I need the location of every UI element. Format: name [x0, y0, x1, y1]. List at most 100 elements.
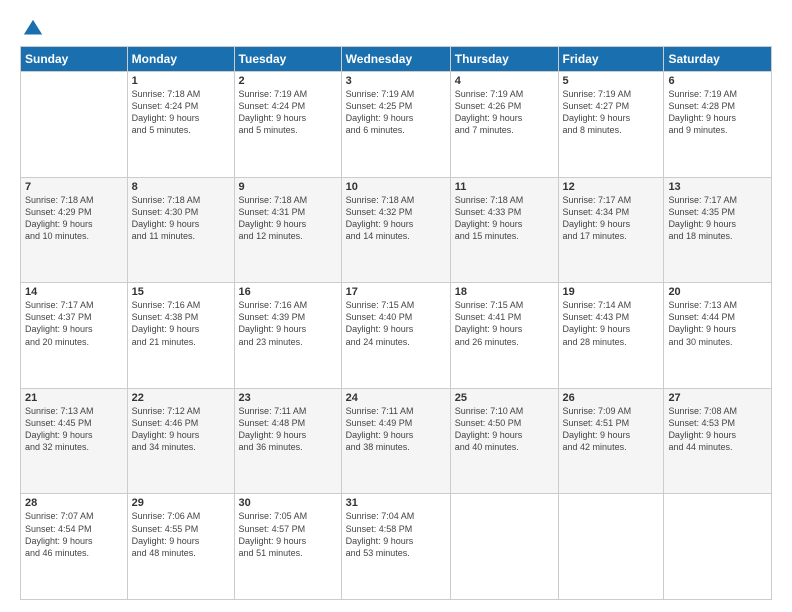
- calendar-cell: 10Sunrise: 7:18 AM Sunset: 4:32 PM Dayli…: [341, 177, 450, 283]
- day-number: 1: [132, 75, 230, 87]
- day-info: Sunrise: 7:13 AM Sunset: 4:44 PM Dayligh…: [668, 299, 767, 348]
- day-info: Sunrise: 7:18 AM Sunset: 4:29 PM Dayligh…: [25, 194, 123, 243]
- calendar-cell: 8Sunrise: 7:18 AM Sunset: 4:30 PM Daylig…: [127, 177, 234, 283]
- day-info: Sunrise: 7:13 AM Sunset: 4:45 PM Dayligh…: [25, 405, 123, 454]
- day-info: Sunrise: 7:18 AM Sunset: 4:32 PM Dayligh…: [346, 194, 446, 243]
- day-number: 28: [25, 497, 123, 509]
- calendar-cell: 31Sunrise: 7:04 AM Sunset: 4:58 PM Dayli…: [341, 494, 450, 600]
- day-number: 12: [563, 181, 660, 193]
- logo-icon: [22, 18, 44, 40]
- weekday-header-thursday: Thursday: [450, 47, 558, 72]
- day-info: Sunrise: 7:11 AM Sunset: 4:49 PM Dayligh…: [346, 405, 446, 454]
- day-number: 22: [132, 392, 230, 404]
- day-number: 13: [668, 181, 767, 193]
- day-number: 30: [239, 497, 337, 509]
- day-number: 19: [563, 286, 660, 298]
- day-number: 21: [25, 392, 123, 404]
- weekday-header-sunday: Sunday: [21, 47, 128, 72]
- day-number: 27: [668, 392, 767, 404]
- day-info: Sunrise: 7:15 AM Sunset: 4:41 PM Dayligh…: [455, 299, 554, 348]
- day-number: 31: [346, 497, 446, 509]
- day-info: Sunrise: 7:19 AM Sunset: 4:24 PM Dayligh…: [239, 88, 337, 137]
- calendar-table: SundayMondayTuesdayWednesdayThursdayFrid…: [20, 46, 772, 600]
- day-info: Sunrise: 7:05 AM Sunset: 4:57 PM Dayligh…: [239, 510, 337, 559]
- day-info: Sunrise: 7:16 AM Sunset: 4:38 PM Dayligh…: [132, 299, 230, 348]
- day-info: Sunrise: 7:07 AM Sunset: 4:54 PM Dayligh…: [25, 510, 123, 559]
- day-info: Sunrise: 7:14 AM Sunset: 4:43 PM Dayligh…: [563, 299, 660, 348]
- calendar-cell: 11Sunrise: 7:18 AM Sunset: 4:33 PM Dayli…: [450, 177, 558, 283]
- day-info: Sunrise: 7:17 AM Sunset: 4:35 PM Dayligh…: [668, 194, 767, 243]
- calendar-cell: 25Sunrise: 7:10 AM Sunset: 4:50 PM Dayli…: [450, 388, 558, 494]
- day-info: Sunrise: 7:18 AM Sunset: 4:30 PM Dayligh…: [132, 194, 230, 243]
- day-number: 4: [455, 75, 554, 87]
- calendar-cell: 1Sunrise: 7:18 AM Sunset: 4:24 PM Daylig…: [127, 72, 234, 178]
- day-info: Sunrise: 7:19 AM Sunset: 4:26 PM Dayligh…: [455, 88, 554, 137]
- calendar-cell: 19Sunrise: 7:14 AM Sunset: 4:43 PM Dayli…: [558, 283, 664, 389]
- calendar-cell: 12Sunrise: 7:17 AM Sunset: 4:34 PM Dayli…: [558, 177, 664, 283]
- day-info: Sunrise: 7:19 AM Sunset: 4:28 PM Dayligh…: [668, 88, 767, 137]
- day-info: Sunrise: 7:06 AM Sunset: 4:55 PM Dayligh…: [132, 510, 230, 559]
- weekday-header-saturday: Saturday: [664, 47, 772, 72]
- day-number: 15: [132, 286, 230, 298]
- logo: [20, 18, 44, 36]
- day-number: 5: [563, 75, 660, 87]
- calendar-cell: 14Sunrise: 7:17 AM Sunset: 4:37 PM Dayli…: [21, 283, 128, 389]
- calendar-cell: 28Sunrise: 7:07 AM Sunset: 4:54 PM Dayli…: [21, 494, 128, 600]
- day-number: 7: [25, 181, 123, 193]
- day-number: 14: [25, 286, 123, 298]
- calendar-cell: 2Sunrise: 7:19 AM Sunset: 4:24 PM Daylig…: [234, 72, 341, 178]
- day-number: 25: [455, 392, 554, 404]
- calendar-row-0: 1Sunrise: 7:18 AM Sunset: 4:24 PM Daylig…: [21, 72, 772, 178]
- calendar-cell: 29Sunrise: 7:06 AM Sunset: 4:55 PM Dayli…: [127, 494, 234, 600]
- logo-text: [20, 18, 44, 40]
- weekday-header-row: SundayMondayTuesdayWednesdayThursdayFrid…: [21, 47, 772, 72]
- calendar-cell: 24Sunrise: 7:11 AM Sunset: 4:49 PM Dayli…: [341, 388, 450, 494]
- calendar-cell: 15Sunrise: 7:16 AM Sunset: 4:38 PM Dayli…: [127, 283, 234, 389]
- calendar-cell: 7Sunrise: 7:18 AM Sunset: 4:29 PM Daylig…: [21, 177, 128, 283]
- calendar-cell: [558, 494, 664, 600]
- calendar-cell: 3Sunrise: 7:19 AM Sunset: 4:25 PM Daylig…: [341, 72, 450, 178]
- calendar-cell: 27Sunrise: 7:08 AM Sunset: 4:53 PM Dayli…: [664, 388, 772, 494]
- day-info: Sunrise: 7:15 AM Sunset: 4:40 PM Dayligh…: [346, 299, 446, 348]
- page: SundayMondayTuesdayWednesdayThursdayFrid…: [0, 0, 792, 612]
- calendar-cell: 17Sunrise: 7:15 AM Sunset: 4:40 PM Dayli…: [341, 283, 450, 389]
- weekday-header-monday: Monday: [127, 47, 234, 72]
- day-number: 2: [239, 75, 337, 87]
- day-info: Sunrise: 7:19 AM Sunset: 4:25 PM Dayligh…: [346, 88, 446, 137]
- day-number: 20: [668, 286, 767, 298]
- calendar-row-1: 7Sunrise: 7:18 AM Sunset: 4:29 PM Daylig…: [21, 177, 772, 283]
- day-info: Sunrise: 7:10 AM Sunset: 4:50 PM Dayligh…: [455, 405, 554, 454]
- calendar-cell: 22Sunrise: 7:12 AM Sunset: 4:46 PM Dayli…: [127, 388, 234, 494]
- weekday-header-wednesday: Wednesday: [341, 47, 450, 72]
- calendar-cell: 26Sunrise: 7:09 AM Sunset: 4:51 PM Dayli…: [558, 388, 664, 494]
- day-number: 17: [346, 286, 446, 298]
- calendar-cell: 18Sunrise: 7:15 AM Sunset: 4:41 PM Dayli…: [450, 283, 558, 389]
- day-info: Sunrise: 7:18 AM Sunset: 4:31 PM Dayligh…: [239, 194, 337, 243]
- weekday-header-friday: Friday: [558, 47, 664, 72]
- day-info: Sunrise: 7:12 AM Sunset: 4:46 PM Dayligh…: [132, 405, 230, 454]
- day-number: 8: [132, 181, 230, 193]
- day-info: Sunrise: 7:19 AM Sunset: 4:27 PM Dayligh…: [563, 88, 660, 137]
- calendar-cell: [450, 494, 558, 600]
- day-info: Sunrise: 7:09 AM Sunset: 4:51 PM Dayligh…: [563, 405, 660, 454]
- calendar-row-4: 28Sunrise: 7:07 AM Sunset: 4:54 PM Dayli…: [21, 494, 772, 600]
- calendar-cell: 30Sunrise: 7:05 AM Sunset: 4:57 PM Dayli…: [234, 494, 341, 600]
- day-info: Sunrise: 7:18 AM Sunset: 4:24 PM Dayligh…: [132, 88, 230, 137]
- day-number: 24: [346, 392, 446, 404]
- calendar-cell: 16Sunrise: 7:16 AM Sunset: 4:39 PM Dayli…: [234, 283, 341, 389]
- day-info: Sunrise: 7:18 AM Sunset: 4:33 PM Dayligh…: [455, 194, 554, 243]
- day-number: 16: [239, 286, 337, 298]
- calendar-cell: 20Sunrise: 7:13 AM Sunset: 4:44 PM Dayli…: [664, 283, 772, 389]
- calendar-row-3: 21Sunrise: 7:13 AM Sunset: 4:45 PM Dayli…: [21, 388, 772, 494]
- calendar-cell: 6Sunrise: 7:19 AM Sunset: 4:28 PM Daylig…: [664, 72, 772, 178]
- day-info: Sunrise: 7:16 AM Sunset: 4:39 PM Dayligh…: [239, 299, 337, 348]
- day-info: Sunrise: 7:11 AM Sunset: 4:48 PM Dayligh…: [239, 405, 337, 454]
- header: [20, 18, 772, 36]
- day-number: 10: [346, 181, 446, 193]
- day-number: 29: [132, 497, 230, 509]
- weekday-header-tuesday: Tuesday: [234, 47, 341, 72]
- calendar-cell: 13Sunrise: 7:17 AM Sunset: 4:35 PM Dayli…: [664, 177, 772, 283]
- calendar-row-2: 14Sunrise: 7:17 AM Sunset: 4:37 PM Dayli…: [21, 283, 772, 389]
- calendar-cell: 23Sunrise: 7:11 AM Sunset: 4:48 PM Dayli…: [234, 388, 341, 494]
- calendar-cell: 5Sunrise: 7:19 AM Sunset: 4:27 PM Daylig…: [558, 72, 664, 178]
